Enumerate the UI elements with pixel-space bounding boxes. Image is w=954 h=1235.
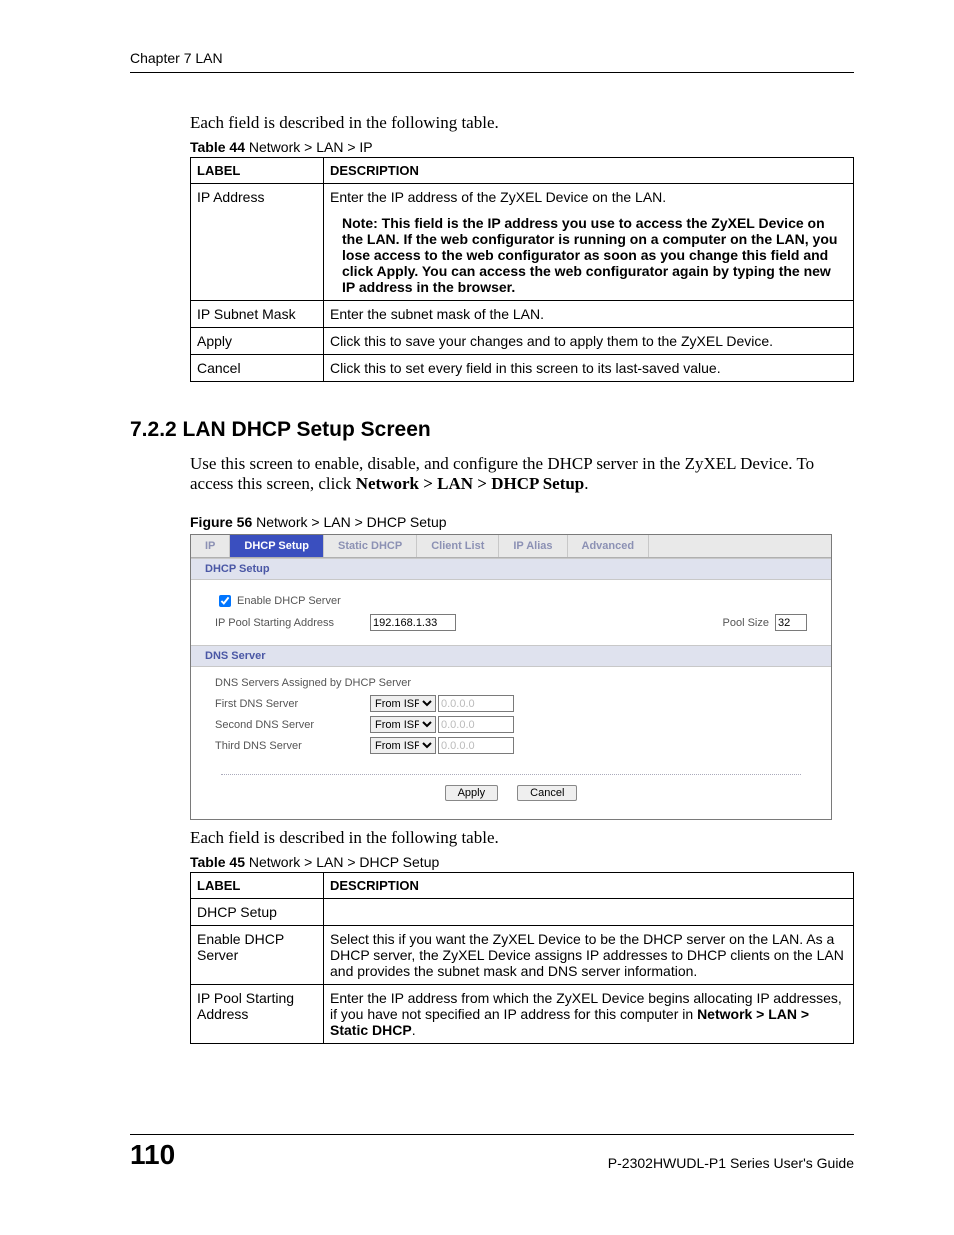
tab-bar: IP DHCP Setup Static DHCP Client List IP… — [191, 535, 831, 558]
page-footer: 110 P-2302HWUDL-P1 Series User's Guide — [130, 1134, 854, 1171]
section-para-c: . — [584, 474, 588, 493]
page-header: Chapter 7 LAN — [130, 50, 854, 73]
dns-server-header: DNS Server — [191, 645, 831, 667]
second-dns-label: Second DNS Server — [215, 719, 370, 731]
table44-head-label: LABEL — [191, 158, 324, 184]
first-dns-select[interactable]: From ISP — [370, 695, 436, 712]
third-dns-ip[interactable] — [438, 737, 514, 754]
table45: LABEL DESCRIPTION DHCP Setup Enable DHCP… — [190, 872, 854, 1044]
table-row: Cancel Click this to set every field in … — [191, 355, 854, 382]
table45-head-label: LABEL — [191, 873, 324, 899]
cell-desc: Click this to set every field in this sc… — [324, 355, 854, 382]
page-number: 110 — [130, 1139, 175, 1171]
enable-dhcp-label: Enable DHCP Server — [237, 595, 341, 607]
table45-head-desc: DESCRIPTION — [324, 873, 854, 899]
section-para-b: Network > LAN > DHCP Setup — [356, 474, 585, 493]
pool-size-input[interactable] — [775, 614, 807, 631]
tab-client-list[interactable]: Client List — [417, 535, 499, 557]
intro-text-2: Each field is described in the following… — [190, 828, 854, 848]
cancel-button[interactable]: Cancel — [517, 785, 577, 801]
cell-desc: Enter the IP address from which the ZyXE… — [324, 985, 854, 1044]
cell-desc-c: . — [412, 1022, 416, 1038]
pool-start-label: IP Pool Starting Address — [215, 617, 370, 629]
cell-label: IP Address — [191, 184, 324, 301]
second-dns-ip[interactable] — [438, 716, 514, 733]
tab-static-dhcp[interactable]: Static DHCP — [324, 535, 417, 557]
dhcp-setup-header: DHCP Setup — [191, 558, 831, 580]
table-row: IP Pool Starting Address Enter the IP ad… — [191, 985, 854, 1044]
table45-caption-rest: Network > LAN > DHCP Setup — [245, 854, 439, 870]
apply-button[interactable]: Apply — [445, 785, 499, 801]
ip-address-note: Note: This field is the IP address you u… — [342, 215, 847, 295]
first-dns-label: First DNS Server — [215, 698, 370, 710]
cell-desc: Select this if you want the ZyXEL Device… — [324, 926, 854, 985]
tab-advanced[interactable]: Advanced — [568, 535, 650, 557]
tab-dhcp-setup[interactable]: DHCP Setup — [230, 535, 324, 557]
pool-start-input[interactable] — [370, 614, 456, 631]
pool-size-label: Pool Size — [723, 617, 769, 629]
figure56-caption-rest: Network > LAN > DHCP Setup — [252, 514, 446, 530]
figure56: IP DHCP Setup Static DHCP Client List IP… — [190, 534, 832, 820]
figure56-caption: Figure 56 Network > LAN > DHCP Setup — [190, 514, 854, 530]
table-row: Enable DHCP Server Select this if you wa… — [191, 926, 854, 985]
cell-label: Enable DHCP Server — [191, 926, 324, 985]
table45-caption-bold: Table 45 — [190, 854, 245, 870]
table44-caption-rest: Network > LAN > IP — [245, 139, 373, 155]
enable-dhcp-checkbox[interactable] — [219, 595, 231, 607]
second-dns-select[interactable]: From ISP — [370, 716, 436, 733]
cell-label: Cancel — [191, 355, 324, 382]
third-dns-select[interactable]: From ISP — [370, 737, 436, 754]
cell-desc — [324, 899, 854, 926]
cell-desc: Click this to save your changes and to a… — [324, 328, 854, 355]
table44-caption: Table 44 Network > LAN > IP — [190, 139, 854, 155]
dns-assigned-label: DNS Servers Assigned by DHCP Server — [215, 677, 807, 689]
cell-label: IP Subnet Mask — [191, 301, 324, 328]
table44-caption-bold: Table 44 — [190, 139, 245, 155]
table-row: Apply Click this to save your changes an… — [191, 328, 854, 355]
cell-desc: Enter the subnet mask of the LAN. — [324, 301, 854, 328]
section-7-2-2-para: Use this screen to enable, disable, and … — [190, 454, 854, 494]
cell-desc-text: Enter the IP address of the ZyXEL Device… — [330, 189, 666, 205]
cell-label: Apply — [191, 328, 324, 355]
section-7-2-2-title: 7.2.2 LAN DHCP Setup Screen — [130, 418, 854, 442]
cell-desc: Enter the IP address of the ZyXEL Device… — [324, 184, 854, 301]
tab-ip[interactable]: IP — [191, 535, 230, 557]
tab-ip-alias[interactable]: IP Alias — [499, 535, 567, 557]
intro-text-1: Each field is described in the following… — [190, 113, 854, 133]
cell-label: IP Pool Starting Address — [191, 985, 324, 1044]
third-dns-label: Third DNS Server — [215, 740, 370, 752]
table45-caption: Table 45 Network > LAN > DHCP Setup — [190, 854, 854, 870]
figure56-caption-bold: Figure 56 — [190, 514, 252, 530]
first-dns-ip[interactable] — [438, 695, 514, 712]
cell-label: DHCP Setup — [191, 899, 324, 926]
table-row: DHCP Setup — [191, 899, 854, 926]
table-row: IP Address Enter the IP address of the Z… — [191, 184, 854, 301]
table-row: IP Subnet Mask Enter the subnet mask of … — [191, 301, 854, 328]
table44-head-desc: DESCRIPTION — [324, 158, 854, 184]
guide-title: P-2302HWUDL-P1 Series User's Guide — [608, 1155, 854, 1171]
table44: LABEL DESCRIPTION IP Address Enter the I… — [190, 157, 854, 382]
